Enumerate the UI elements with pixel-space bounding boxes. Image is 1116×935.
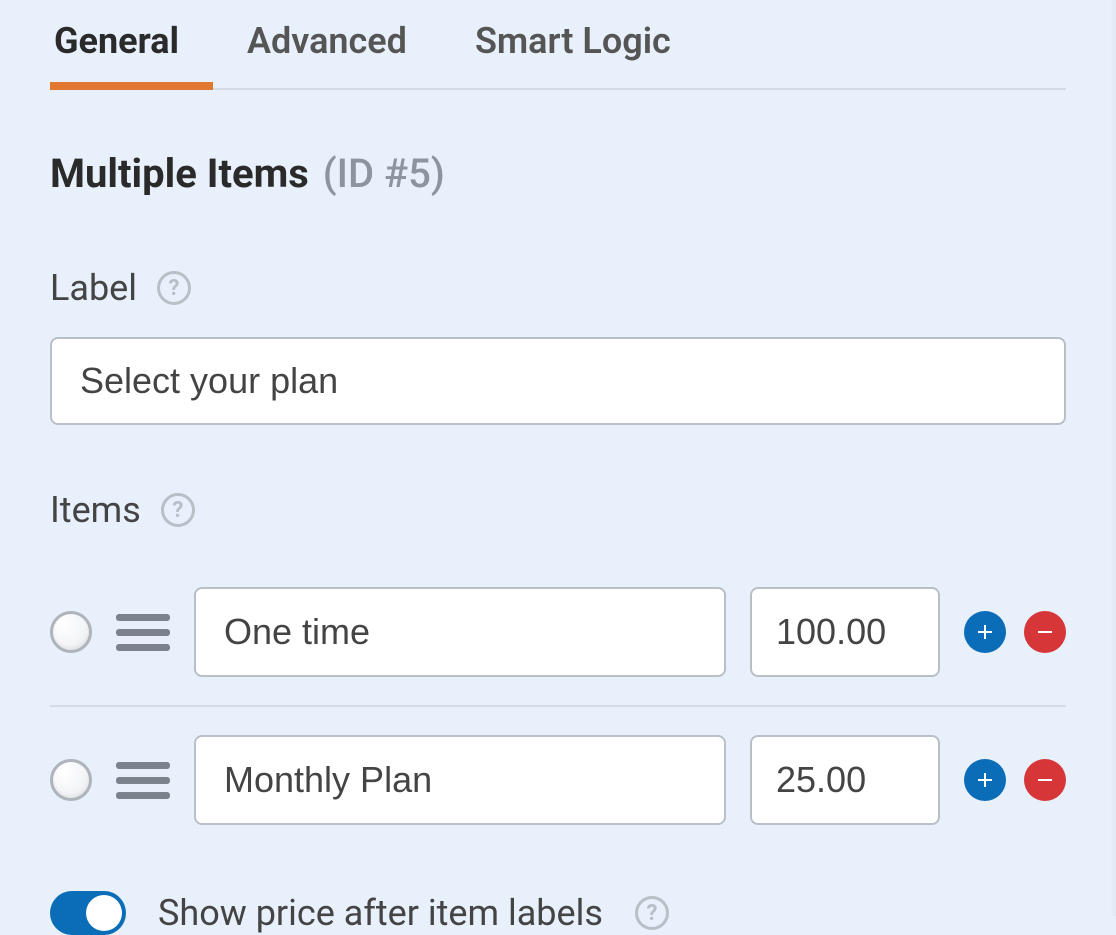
help-icon[interactable]: ? [635, 896, 669, 930]
drag-handle-icon[interactable] [116, 759, 170, 801]
item-row [50, 705, 1066, 853]
items-field-heading: Items [50, 489, 141, 531]
minus-icon [1035, 622, 1055, 642]
item-price-input[interactable] [750, 735, 940, 825]
tab-general[interactable]: General [50, 10, 183, 88]
toggle-knob [86, 895, 122, 931]
section-id: (ID #5) [323, 150, 445, 197]
item-radio[interactable] [50, 759, 92, 801]
tab-advanced[interactable]: Advanced [243, 10, 411, 88]
plus-icon [975, 622, 995, 642]
label-field-heading: Label [50, 267, 137, 309]
add-item-button[interactable] [964, 611, 1006, 653]
label-input[interactable] [50, 337, 1066, 425]
section-title: Multiple Items (ID #5) [50, 150, 1066, 197]
label-field-group: Label ? [50, 267, 1066, 425]
remove-item-button[interactable] [1024, 759, 1066, 801]
section-title-text: Multiple Items [50, 150, 309, 197]
help-icon[interactable]: ? [157, 271, 191, 305]
help-icon[interactable]: ? [161, 493, 195, 527]
item-price-input[interactable] [750, 587, 940, 677]
item-name-input[interactable] [194, 587, 726, 677]
item-row [50, 559, 1066, 705]
items-field-group: Items ? [50, 489, 1066, 853]
show-price-toggle-row: Show price after item labels ? [50, 891, 1066, 935]
add-item-button[interactable] [964, 759, 1006, 801]
right-edge-decoration [1110, 0, 1116, 916]
item-name-input[interactable] [194, 735, 726, 825]
tabs: General Advanced Smart Logic [50, 0, 1066, 90]
remove-item-button[interactable] [1024, 611, 1066, 653]
item-radio[interactable] [50, 611, 92, 653]
show-price-toggle-label: Show price after item labels [158, 892, 603, 934]
drag-handle-icon[interactable] [116, 611, 170, 653]
tab-smart-logic[interactable]: Smart Logic [471, 10, 675, 88]
minus-icon [1035, 770, 1055, 790]
plus-icon [975, 770, 995, 790]
show-price-toggle[interactable] [50, 891, 126, 935]
